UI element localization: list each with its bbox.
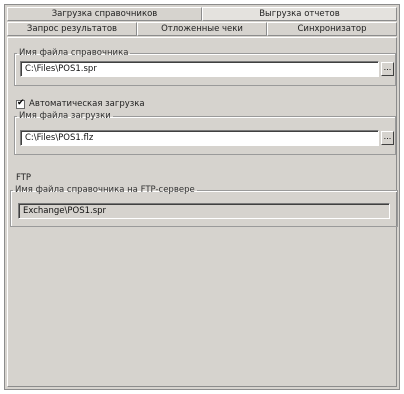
load-browse-button[interactable]: ... (381, 131, 394, 145)
ftp-file-legend: Имя файла справочника на FTP-сервере (15, 185, 195, 195)
ftp-file-field[interactable]: Exchange\POS1.spr (18, 203, 390, 219)
auto-load-checkbox[interactable]: ✔ (16, 97, 25, 109)
directory-file-input[interactable]: C:\Files\POS1.spr (20, 61, 379, 77)
directory-file-legend: Имя файла справочника (19, 48, 129, 58)
tab-deferred-checks[interactable]: Отложенные чеки (137, 22, 267, 36)
ftp-section-label: FTP (16, 173, 32, 183)
directory-browse-button[interactable]: ... (381, 62, 394, 76)
auto-load-row[interactable]: ✔ Автоматическая загрузка (16, 98, 145, 110)
load-file-legend: Имя файла загрузки (19, 111, 111, 121)
tab-row-top: Загрузка справочников Выгрузка отчетов (7, 7, 397, 21)
tab-directory-load[interactable]: Загрузка справочников (7, 7, 202, 21)
checkmark-icon: ✔ (17, 97, 25, 108)
settings-window: Загрузка справочников Выгрузка отчетов З… (4, 4, 400, 390)
load-file-input[interactable]: C:\Files\POS1.flz (20, 130, 379, 146)
tab-row-bottom: Запрос результатов Отложенные чеки Синхр… (7, 22, 397, 36)
tab-panel: Имя файла справочника C:\Files\POS1.spr … (7, 37, 398, 387)
auto-load-label: Автоматическая загрузка (29, 99, 145, 109)
tab-synchronizer[interactable]: Синхронизатор (267, 22, 397, 36)
tab-results-request[interactable]: Запрос результатов (7, 22, 137, 36)
tab-report-export[interactable]: Выгрузка отчетов (202, 7, 397, 21)
